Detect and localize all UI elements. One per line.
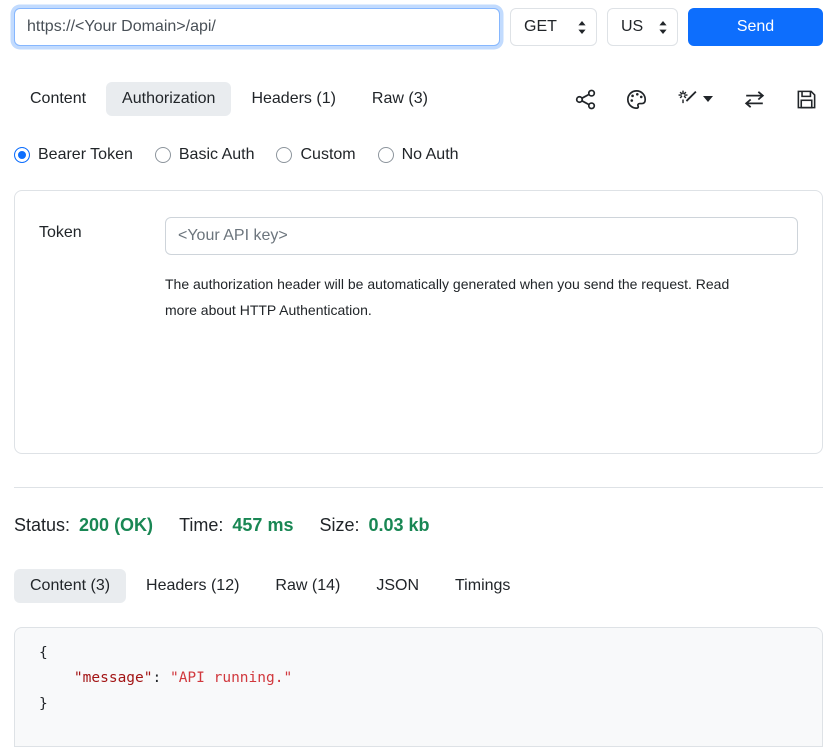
response-tab-headers[interactable]: Headers (12) [130, 569, 255, 603]
token-input[interactable] [165, 217, 798, 255]
time-label: Time: [179, 515, 223, 536]
response-tab-json[interactable]: JSON [360, 569, 435, 603]
radio-icon [276, 147, 292, 163]
chevron-down-icon [703, 96, 713, 102]
radio-no-auth[interactable]: No Auth [378, 146, 459, 164]
updown-arrows-icon [577, 20, 587, 35]
updown-arrows-icon [658, 20, 668, 35]
radio-custom[interactable]: Custom [276, 146, 355, 164]
code-line: } [39, 692, 798, 717]
status-value: 200 (OK) [79, 515, 153, 536]
token-help-text: The authorization header will be automat… [165, 272, 753, 324]
response-tab-content[interactable]: Content (3) [14, 569, 126, 603]
palette-icon[interactable] [626, 89, 647, 110]
json-key: "message" [74, 670, 153, 686]
radio-icon [378, 147, 394, 163]
token-label: Token [39, 217, 165, 324]
size-value: 0.03 kb [369, 515, 430, 536]
radio-icon [155, 147, 171, 163]
size-label: Size: [319, 515, 359, 536]
radio-label: Custom [300, 146, 355, 164]
save-icon[interactable] [796, 89, 817, 110]
radio-label: Basic Auth [179, 146, 255, 164]
radio-icon [14, 147, 30, 163]
section-divider [14, 487, 823, 488]
radio-label: No Auth [402, 146, 459, 164]
magic-wand-icon[interactable] [677, 89, 713, 110]
response-tabs: Content (3) Headers (12) Raw (14) JSON T… [14, 569, 823, 603]
response-status-bar: Status: 200 (OK) Time: 457 ms Size: 0.03… [14, 515, 823, 536]
radio-basic-auth[interactable]: Basic Auth [155, 146, 255, 164]
status-label: Status: [14, 515, 70, 536]
swap-arrows-icon[interactable] [743, 89, 766, 110]
tab-raw[interactable]: Raw (3) [356, 82, 444, 116]
token-panel: Token The authorization header will be a… [14, 190, 823, 454]
response-body: { "message": "API running." } [14, 627, 823, 747]
radio-bearer-token[interactable]: Bearer Token [14, 146, 133, 164]
share-icon[interactable] [575, 89, 596, 110]
code-line: { [39, 641, 798, 666]
json-string-value: "API running." [170, 670, 292, 686]
region-select[interactable]: US [607, 8, 678, 46]
request-bar: GET US Send [14, 8, 823, 46]
request-tabs: Content Authorization Headers (1) Raw (3… [14, 82, 823, 116]
radio-label: Bearer Token [38, 146, 133, 164]
response-tab-raw[interactable]: Raw (14) [259, 569, 356, 603]
response-tab-timings[interactable]: Timings [439, 569, 526, 603]
url-input[interactable] [14, 8, 500, 46]
time-value: 457 ms [232, 515, 293, 536]
api-client-app: GET US Send Content Authorization Header… [0, 0, 837, 750]
method-select[interactable]: GET [510, 8, 597, 46]
toolbar [575, 89, 823, 110]
code-line: "message": "API running." [39, 666, 798, 691]
region-select-value: US [621, 18, 643, 36]
send-button[interactable]: Send [688, 8, 823, 46]
tab-authorization[interactable]: Authorization [106, 82, 231, 116]
tab-content[interactable]: Content [14, 82, 102, 116]
auth-type-group: Bearer Token Basic Auth Custom No Auth [14, 146, 823, 164]
method-select-value: GET [524, 18, 557, 36]
tab-headers[interactable]: Headers (1) [235, 82, 351, 116]
